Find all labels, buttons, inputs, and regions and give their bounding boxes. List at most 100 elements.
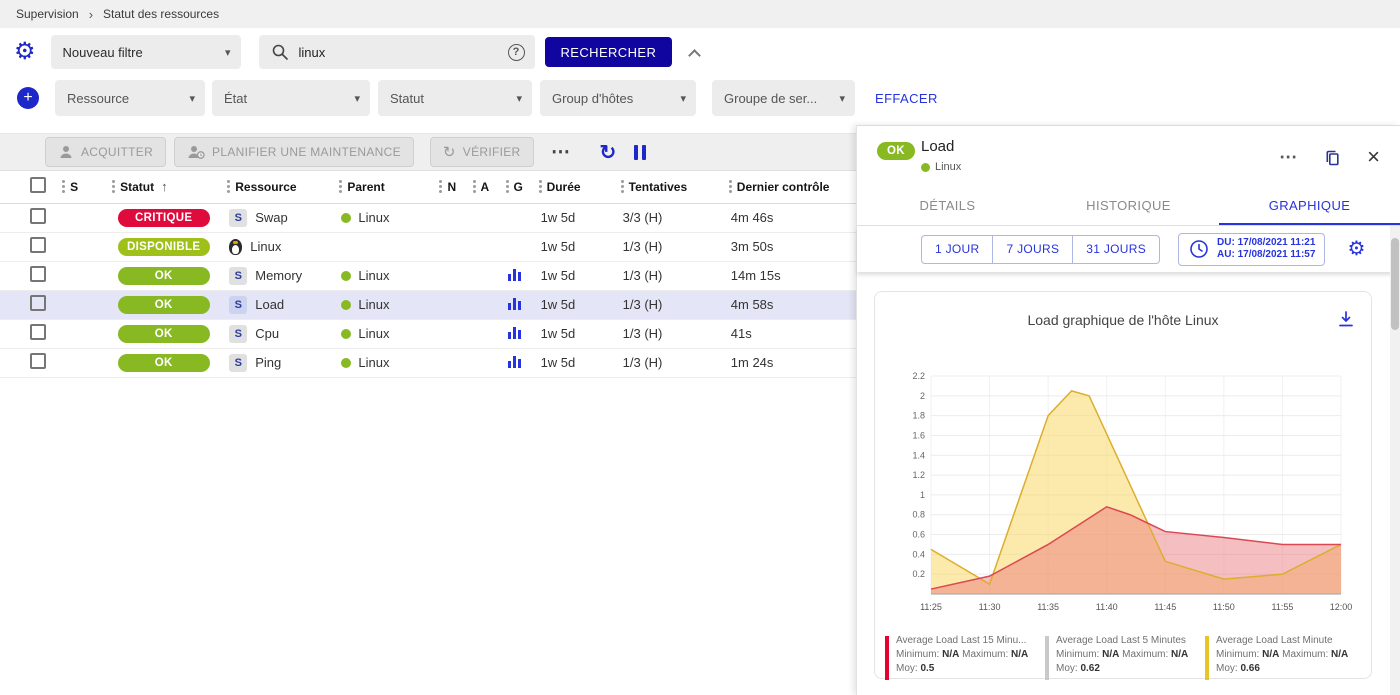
help-icon[interactable]: ? (508, 44, 525, 61)
tab-historique[interactable]: HISTORIQUE (1038, 188, 1219, 225)
resource-name[interactable]: Cpu (255, 326, 279, 341)
check-button[interactable]: ↻ VÉRIFIER (430, 137, 534, 167)
row-checkbox[interactable] (30, 353, 46, 369)
parent-name[interactable]: Linux (358, 355, 389, 370)
sort-asc-icon[interactable]: ↑ (161, 179, 168, 194)
filter-settings-gear-icon[interactable]: ⚙ (14, 40, 36, 64)
panel-scrollbar[interactable] (1390, 226, 1400, 695)
search-input[interactable] (299, 45, 508, 60)
acknowledge-button[interactable]: ACQUITTER (45, 137, 166, 167)
search-box[interactable]: ? (259, 35, 535, 69)
graph-icon[interactable] (508, 297, 522, 310)
filter-criteria-tat[interactable]: État▾ (212, 80, 370, 116)
breadcrumb-item-supervision[interactable]: Supervision (16, 7, 79, 21)
legend-item: Average Load Last 15 Minu...Minimum: N/A… (885, 634, 1045, 680)
row-checkbox[interactable] (30, 266, 46, 282)
parent-name[interactable]: Linux (358, 210, 389, 225)
drag-handle-icon[interactable] (506, 180, 509, 193)
maintenance-button[interactable]: PLANIFIER UNE MAINTENANCE (174, 137, 414, 167)
copy-link-icon[interactable] (1323, 148, 1341, 166)
refresh-list-icon[interactable]: ↻ (600, 140, 617, 165)
column-header-ressource[interactable]: Ressource (221, 171, 333, 203)
download-icon[interactable] (1337, 310, 1355, 328)
column-header-parent[interactable]: Parent (333, 171, 433, 203)
duration-cell: 1w 5d (533, 290, 615, 319)
search-button[interactable]: RECHERCHER (545, 37, 673, 67)
svg-text:11:25: 11:25 (920, 602, 942, 612)
date-to: AU: 17/08/2021 11:57 (1217, 249, 1315, 261)
panel-host-label: Linux (935, 161, 961, 173)
drag-handle-icon[interactable] (439, 180, 442, 193)
column-header-dernier-contr-le[interactable]: Dernier contrôle (723, 171, 856, 203)
table-row[interactable]: OKSCpuLinux1w 5d1/3 (H)41s (0, 319, 856, 348)
pause-icon[interactable] (634, 145, 646, 160)
svg-text:11:35: 11:35 (1037, 602, 1059, 612)
period-button-1-jour[interactable]: 1 JOUR (921, 235, 993, 264)
row-checkbox[interactable] (30, 324, 46, 340)
column-header-a[interactable]: A (467, 171, 500, 203)
saved-filter-select[interactable]: Nouveau filtre ▾ (51, 35, 241, 69)
table-row[interactable]: OKSPingLinux1w 5d1/3 (H)1m 24s (0, 348, 856, 377)
collapse-filters-icon[interactable] (688, 49, 701, 62)
check-label: VÉRIFIER (463, 145, 521, 159)
table-row[interactable]: OKSLoadLinux1w 5d1/3 (H)4m 58s (0, 290, 856, 319)
drag-handle-icon[interactable] (621, 180, 624, 193)
table-row[interactable]: OKSMemoryLinux1w 5d1/3 (H)14m 15s (0, 261, 856, 290)
resources-table: SStatut↑RessourceParentNAGDuréeTentative… (0, 171, 856, 378)
criteria-bar: + Ressource▾État▾Statut▾Group d'hôtes▾ Gr… (0, 78, 1400, 118)
graph-icon[interactable] (508, 355, 522, 368)
filter-criteria-statut[interactable]: Statut▾ (378, 80, 532, 116)
close-icon[interactable]: × (1367, 146, 1380, 168)
select-all-checkbox[interactable] (30, 177, 46, 193)
resource-name[interactable]: Load (255, 297, 284, 312)
period-button-7-jours[interactable]: 7 JOURS (993, 235, 1073, 264)
table-row[interactable]: DISPONIBLELinux1w 5d1/3 (H)3m 50s (0, 232, 856, 261)
column-header-n[interactable]: N (433, 171, 466, 203)
resource-name[interactable]: Linux (250, 239, 281, 254)
resource-name[interactable]: Ping (255, 355, 281, 370)
resource-name[interactable]: Swap (255, 210, 288, 225)
column-header-s[interactable]: S (56, 171, 106, 203)
clear-filters-button[interactable]: EFFACER (875, 91, 938, 106)
add-criteria-icon[interactable]: + (17, 87, 39, 109)
graph-icon[interactable] (508, 268, 522, 281)
more-actions-icon[interactable]: ⋯ (546, 138, 576, 166)
tab-d-tails[interactable]: DÉTAILS (857, 188, 1038, 225)
drag-handle-icon[interactable] (227, 180, 230, 193)
column-header-statut[interactable]: Statut↑ (106, 171, 221, 203)
column-header-dur-e[interactable]: Durée (533, 171, 615, 203)
column-header-g[interactable]: G (500, 171, 533, 203)
graph-settings-gear-icon[interactable]: ⚙ (1347, 239, 1365, 259)
parent-status-dot (341, 329, 351, 339)
resource-name[interactable]: Memory (255, 268, 302, 283)
panel-host: Linux (921, 161, 961, 173)
tab-graphique[interactable]: GRAPHIQUE (1219, 188, 1400, 225)
filter-criteria-ressource[interactable]: Ressource▾ (55, 80, 205, 116)
period-button-31-jours[interactable]: 31 JOURS (1073, 235, 1160, 264)
drag-handle-icon[interactable] (339, 180, 342, 193)
row-checkbox[interactable] (30, 237, 46, 253)
drag-handle-icon[interactable] (112, 180, 115, 193)
parent-name[interactable]: Linux (358, 297, 389, 312)
drag-handle-icon[interactable] (539, 180, 542, 193)
column-header-tentatives[interactable]: Tentatives (615, 171, 723, 203)
drag-handle-icon[interactable] (729, 180, 732, 193)
drag-handle-icon[interactable] (62, 180, 65, 193)
svg-text:11:45: 11:45 (1154, 602, 1176, 612)
date-range-picker[interactable]: DU: 17/08/2021 11:21 AU: 17/08/2021 11:5… (1178, 233, 1325, 266)
tries-cell: 1/3 (H) (615, 261, 723, 290)
graph-icon[interactable] (508, 326, 522, 339)
svg-text:0.6: 0.6 (912, 530, 925, 540)
filter-criteria-groupe-de-ser[interactable]: Groupe de ser...▾ (712, 80, 855, 116)
parent-name[interactable]: Linux (358, 326, 389, 341)
panel-more-icon[interactable]: ⋯ (1279, 147, 1297, 168)
scrollbar-thumb[interactable] (1391, 238, 1399, 330)
table-row[interactable]: CRITIQUESSwapLinux1w 5d3/3 (H)4m 46s (0, 203, 856, 232)
row-checkbox[interactable] (30, 295, 46, 311)
filter-criteria-group-d-h-tes[interactable]: Group d'hôtes▾ (540, 80, 696, 116)
breadcrumb-item-resource-status[interactable]: Statut des ressources (103, 7, 219, 21)
panel-header: OK Load Linux ⋯ × (857, 126, 1400, 188)
parent-name[interactable]: Linux (358, 268, 389, 283)
row-checkbox[interactable] (30, 208, 46, 224)
drag-handle-icon[interactable] (473, 180, 476, 193)
